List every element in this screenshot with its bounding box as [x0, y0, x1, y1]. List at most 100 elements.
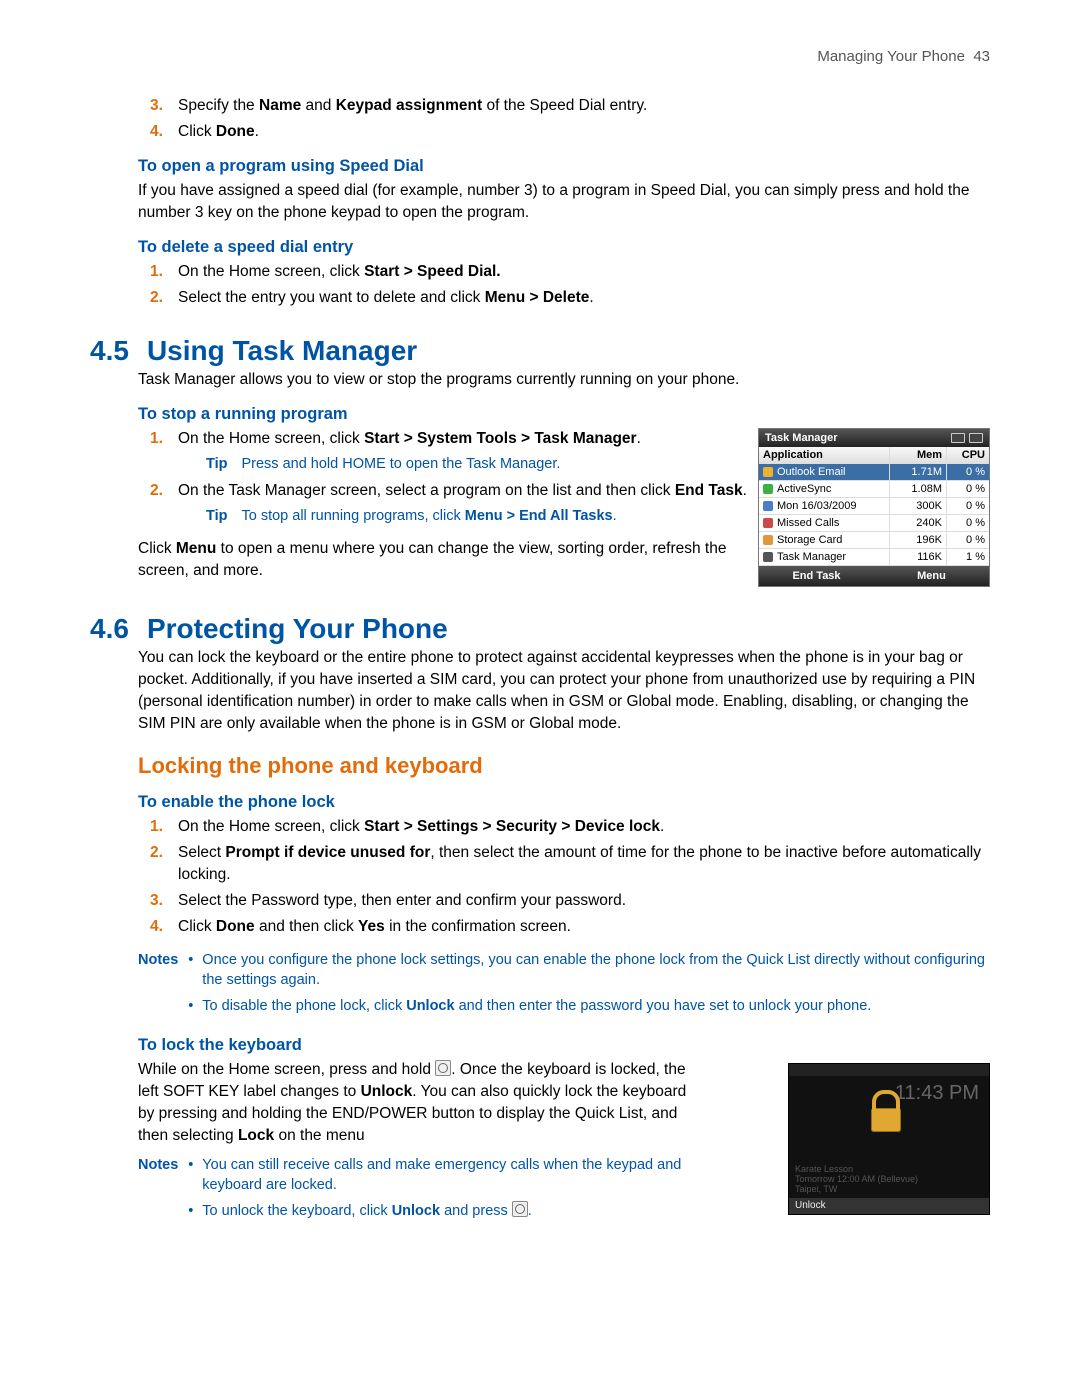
text: . [637, 430, 641, 447]
text: To unlock the keyboard, click [202, 1203, 391, 1219]
text: Unlock [392, 1203, 440, 1219]
text: Click [178, 123, 216, 140]
text: Lock [238, 1127, 274, 1144]
softkey-menu[interactable]: Menu [874, 566, 989, 586]
text: . [743, 482, 747, 499]
lock-keyboard-block: 11:43 PM Karate Lesson Tomorrow 12:00 AM… [138, 1059, 990, 1227]
text: Click [178, 918, 216, 935]
step-1: 1. On the Home screen, click Start > Spe… [150, 261, 990, 283]
status-bar [789, 1064, 989, 1076]
text: . [528, 1203, 532, 1219]
section-title: Protecting Your Phone [147, 613, 448, 645]
paragraph: Task Manager allows you to view or stop … [138, 369, 990, 391]
subsection-locking: Locking the phone and keyboard [138, 753, 990, 779]
mem-value: 196K [889, 532, 946, 548]
note-item: You can still receive calls and make eme… [188, 1155, 698, 1195]
tip-text: To stop all running programs, click Menu… [241, 506, 616, 526]
paragraph: While on the Home screen, press and hold… [138, 1059, 698, 1147]
text: and then click [255, 918, 358, 935]
calendar-preview: Karate Lesson Tomorrow 12:00 AM (Bellevu… [795, 1164, 983, 1194]
notes-lock-keyboard: Notes You can still receive calls and ma… [138, 1155, 698, 1227]
text: Start > Settings > Security > Device loc… [364, 818, 660, 835]
text: Done [216, 123, 255, 140]
text: Unlock [361, 1083, 413, 1100]
task-manager-softkeys: End Task Menu [759, 566, 989, 586]
notes-label: Notes [138, 1155, 178, 1227]
intro-steps: 3. Specify the Name and Keypad assignmen… [90, 95, 990, 143]
app-name: Storage Card [777, 534, 842, 546]
text: and then enter the password you have set… [455, 998, 872, 1014]
text: Karate Lesson Tomorrow 12:00 AM (Bellevu… [795, 1164, 983, 1184]
text: and press [440, 1203, 512, 1219]
text: Menu > Delete [485, 289, 590, 306]
text: Unlock [406, 998, 454, 1014]
step-4: 4. Click Done. [150, 121, 990, 143]
text: On the Home screen, click [178, 263, 364, 280]
step-4: 4. Click Done and then click Yes in the … [150, 916, 990, 938]
text: Yes [358, 918, 385, 935]
heading-open-speed-dial: To open a program using Speed Dial [138, 157, 990, 176]
text: Taipei, TW [795, 1184, 983, 1194]
lock-screen: 11:43 PM Karate Lesson Tomorrow 12:00 AM… [788, 1063, 990, 1215]
lock-screen-screenshot: 11:43 PM Karate Lesson Tomorrow 12:00 AM… [788, 1063, 990, 1215]
text: in the confirmation screen. [385, 918, 571, 935]
note-item: To disable the phone lock, click Unlock … [188, 996, 990, 1016]
heading-enable-phone-lock: To enable the phone lock [138, 793, 990, 812]
text: Start > Speed Dial. [364, 263, 501, 280]
text: While on the Home screen, press and hold [138, 1061, 435, 1078]
text: Keypad assignment [336, 97, 482, 114]
step-2: 2. Select the entry you want to delete a… [150, 287, 990, 309]
heading-lock-keyboard: To lock the keyboard [138, 1036, 990, 1055]
text: Specify the [178, 97, 259, 114]
text: On the Task Manager screen, select a pro… [178, 482, 675, 499]
text: . [255, 123, 259, 140]
text: End Task [675, 482, 743, 499]
delete-sd-steps: 1. On the Home screen, click Start > Spe… [90, 261, 990, 309]
step-3: 3. Specify the Name and Keypad assignmen… [150, 95, 990, 117]
text: Menu > End All Tasks [465, 508, 613, 524]
text: Click [138, 540, 176, 557]
text: of the Speed Dial entry. [482, 97, 647, 114]
text: . [660, 818, 664, 835]
text: to open a menu where you can change the … [138, 540, 726, 579]
text: Select the entry you want to delete and … [178, 289, 485, 306]
step-2: 2. On the Task Manager screen, select a … [150, 480, 990, 526]
text: Select [178, 844, 225, 861]
tip: Tip To stop all running programs, click … [206, 506, 748, 526]
text: on the menu [274, 1127, 364, 1144]
text: Name [259, 97, 301, 114]
section-4-5: 4.5 Using Task Manager [90, 335, 990, 367]
task-row[interactable]: Task Manager 116K 1 % [759, 549, 989, 566]
stop-program-block: Task Manager Application Mem CPU Outlook… [138, 428, 990, 587]
section-number: 4.5 [90, 335, 129, 367]
softkey-unlock[interactable]: Unlock [789, 1198, 989, 1214]
step-3: 3. Select the Password type, then enter … [150, 890, 990, 912]
section-4-6: 4.6 Protecting Your Phone [90, 613, 990, 645]
notes-label: Notes [138, 950, 178, 1022]
app-icon [763, 535, 773, 545]
end-key-icon [512, 1201, 528, 1217]
lock-icon [871, 1108, 901, 1132]
task-row[interactable]: Storage Card 196K 0 % [759, 532, 989, 549]
running-header: Managing Your Phone 43 [90, 48, 990, 65]
step-2: 2. Select Prompt if device unused for, t… [150, 842, 990, 886]
step-1: 1. On the Home screen, click Start > Sys… [150, 428, 990, 474]
heading-delete-speed-dial: To delete a speed dial entry [138, 238, 990, 257]
text: Prompt if device unused for [225, 844, 430, 861]
document-page: Managing Your Phone 43 3. Specify the Na… [0, 0, 1080, 1287]
page-number: 43 [973, 48, 990, 65]
app-name: Task Manager [777, 551, 846, 563]
note-item: Once you configure the phone lock settin… [188, 950, 990, 990]
text: To stop all running programs, click [241, 508, 464, 524]
app-icon [763, 552, 773, 562]
step-1: 1. On the Home screen, click Start > Set… [150, 816, 990, 838]
notes-enable-lock: Notes Once you configure the phone lock … [138, 950, 990, 1022]
note-item: To unlock the keyboard, click Unlock and… [188, 1201, 698, 1221]
tip: Tip Press and hold HOME to open the Task… [206, 454, 748, 474]
text: Once you configure the phone lock settin… [202, 952, 985, 988]
paragraph: You can lock the keyboard or the entire … [138, 647, 990, 735]
softkey-end-task[interactable]: End Task [759, 566, 874, 586]
cpu-value: 1 % [946, 549, 989, 565]
text: To disable the phone lock, click [202, 998, 406, 1014]
text: Done [216, 918, 255, 935]
